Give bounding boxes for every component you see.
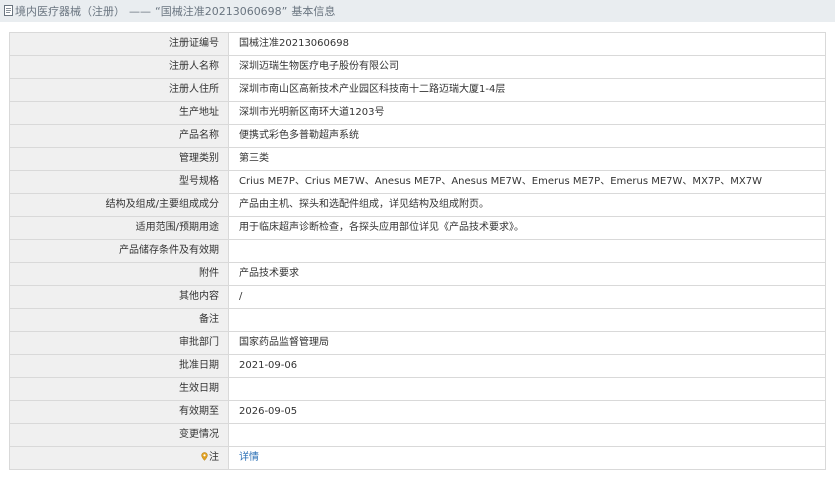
row-label: 审批部门 bbox=[9, 331, 229, 355]
page-header: 境内医疗器械（注册） —— “国械注准20213060698” 基本信息 bbox=[0, 0, 835, 22]
info-row: 注册证编号 国械注准20213060698 bbox=[9, 32, 826, 56]
info-row: 管理类别 第三类 bbox=[9, 147, 826, 171]
info-row: 批准日期 2021-09-06 bbox=[9, 354, 826, 378]
row-value bbox=[228, 308, 826, 332]
row-value bbox=[228, 239, 826, 263]
row-label: 备注 bbox=[9, 308, 229, 332]
info-row: 生效日期 bbox=[9, 377, 826, 401]
info-row: 产品储存条件及有效期 bbox=[9, 239, 826, 263]
note-label: 注 bbox=[209, 452, 219, 463]
details-link[interactable]: 详情 bbox=[239, 452, 259, 463]
document-icon bbox=[4, 4, 13, 16]
note-value-cell: 详情 bbox=[228, 446, 826, 470]
info-row: 型号规格 Crius ME7P、Crius ME7W、Anesus ME7P、An… bbox=[9, 170, 826, 194]
row-value: 深圳市南山区高新技术产业园区科技南十二路迈瑞大厦1-4层 bbox=[228, 78, 826, 102]
row-label: 型号规格 bbox=[9, 170, 229, 194]
row-value: 国家药品监督管理局 bbox=[228, 331, 826, 355]
header-suffix: 基本信息 bbox=[291, 5, 336, 18]
info-row: 注册人住所 深圳市南山区高新技术产业园区科技南十二路迈瑞大厦1-4层 bbox=[9, 78, 826, 102]
row-value: 2021-09-06 bbox=[228, 354, 826, 378]
header-registration-number: “国械注准20213060698” bbox=[155, 5, 288, 18]
row-label: 注册证编号 bbox=[9, 32, 229, 56]
row-label: 注册人住所 bbox=[9, 78, 229, 102]
info-row: 有效期至 2026-09-05 bbox=[9, 400, 826, 424]
row-label: 生效日期 bbox=[9, 377, 229, 401]
row-label: 产品储存条件及有效期 bbox=[9, 239, 229, 263]
row-label: 管理类别 bbox=[9, 147, 229, 171]
row-label: 注册人名称 bbox=[9, 55, 229, 79]
location-pin-icon bbox=[201, 452, 208, 461]
row-value: 产品由主机、探头和选配件组成，详见结构及组成附页。 bbox=[228, 193, 826, 217]
row-value: 2026-09-05 bbox=[228, 400, 826, 424]
header-separator: —— bbox=[129, 4, 151, 18]
info-table-body: 注册证编号 国械注准20213060698 注册人名称 深圳迈瑞生物医疗电子股份有限公… bbox=[9, 32, 826, 470]
row-value: 第三类 bbox=[228, 147, 826, 171]
row-label: 其他内容 bbox=[9, 285, 229, 309]
info-row: 附件 产品技术要求 bbox=[9, 262, 826, 286]
row-value: 深圳市光明新区南环大道1203号 bbox=[228, 101, 826, 125]
row-label: 结构及组成/主要组成成分 bbox=[9, 193, 229, 217]
row-label: 产品名称 bbox=[9, 124, 229, 148]
row-value: 用于临床超声诊断检查，各探头应用部位详见《产品技术要求》。 bbox=[228, 216, 826, 240]
row-label: 附件 bbox=[9, 262, 229, 286]
note-row: 注 详情 bbox=[9, 446, 826, 470]
row-value: 产品技术要求 bbox=[228, 262, 826, 286]
row-value bbox=[228, 423, 826, 447]
row-value: / bbox=[228, 285, 826, 309]
info-row: 适用范围/预期用途 用于临床超声诊断检查，各探头应用部位详见《产品技术要求》。 bbox=[9, 216, 826, 240]
header-category: 境内医疗器械（注册） bbox=[15, 5, 125, 18]
row-value: 便携式彩色多普勒超声系统 bbox=[228, 124, 826, 148]
row-label: 生产地址 bbox=[9, 101, 229, 125]
row-value: 国械注准20213060698 bbox=[228, 32, 826, 56]
info-row: 生产地址 深圳市光明新区南环大道1203号 bbox=[9, 101, 826, 125]
row-label: 批准日期 bbox=[9, 354, 229, 378]
info-row: 备注 bbox=[9, 308, 826, 332]
row-value: 深圳迈瑞生物医疗电子股份有限公司 bbox=[228, 55, 826, 79]
info-row: 其他内容 / bbox=[9, 285, 826, 309]
row-label: 有效期至 bbox=[9, 400, 229, 424]
info-row: 注册人名称 深圳迈瑞生物医疗电子股份有限公司 bbox=[9, 55, 826, 79]
row-label: 适用范围/预期用途 bbox=[9, 216, 229, 240]
row-value: Crius ME7P、Crius ME7W、Anesus ME7P、Anesus… bbox=[228, 170, 826, 194]
info-table: 注册证编号 国械注准20213060698 注册人名称 深圳迈瑞生物医疗电子股份有限公… bbox=[9, 32, 826, 470]
info-row: 产品名称 便携式彩色多普勒超声系统 bbox=[9, 124, 826, 148]
row-label: 变更情况 bbox=[9, 423, 229, 447]
info-row: 变更情况 bbox=[9, 423, 826, 447]
row-value bbox=[228, 377, 826, 401]
note-label-cell: 注 bbox=[9, 446, 229, 470]
info-row: 审批部门 国家药品监督管理局 bbox=[9, 331, 826, 355]
info-row: 结构及组成/主要组成成分 产品由主机、探头和选配件组成，详见结构及组成附页。 bbox=[9, 193, 826, 217]
